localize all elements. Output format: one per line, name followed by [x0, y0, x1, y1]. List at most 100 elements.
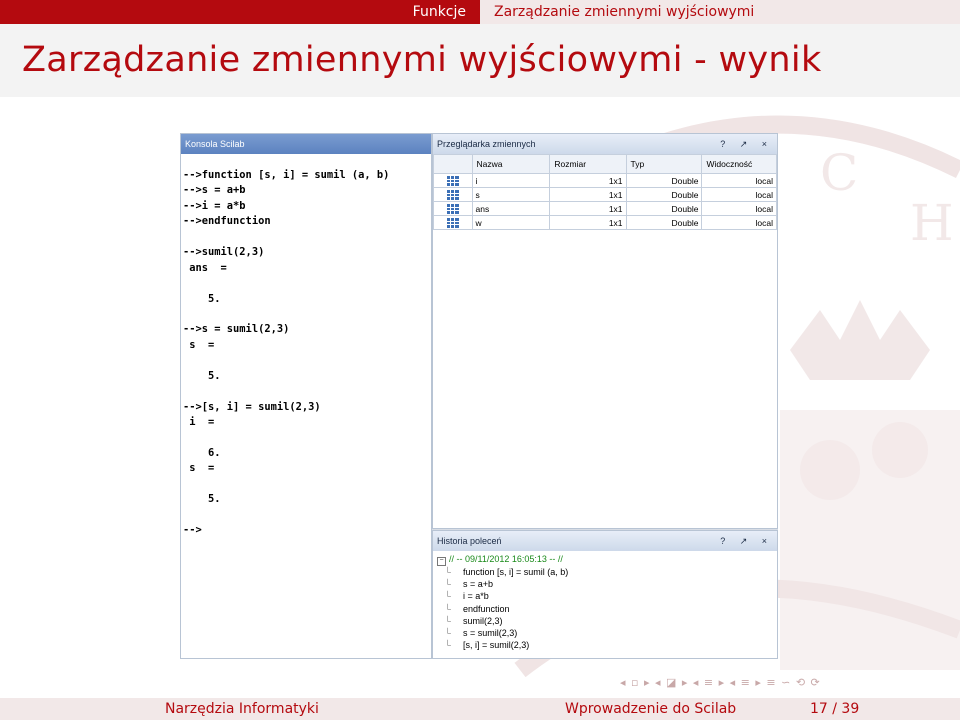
tree-connector: └ — [437, 628, 451, 639]
history-session-label: // -- 09/11/2012 16:05:13 -- // — [449, 554, 563, 564]
history-tree: −// -- 09/11/2012 16:05:13 -- // └ functi… — [437, 553, 568, 651]
variable-size: 1x1 — [549, 201, 627, 216]
history-titlebar: Historia poleceń ? ↗ × — [433, 531, 777, 551]
console-line: 6. — [183, 446, 221, 459]
variable-browser-panel: Przeglądarka zmiennych ? ↗ × Nazwa Rozmi… — [432, 133, 778, 529]
column-header-visibility[interactable]: Widoczność — [701, 154, 777, 174]
console-line: i = — [183, 416, 215, 428]
console-line: -->s = a+b — [183, 184, 246, 197]
frame-title: Zarządzanie zmiennymi wyjściowymi - wyni… — [22, 40, 822, 80]
variable-browser-titlebar: Przeglądarka zmiennych ? ↗ × — [433, 134, 777, 154]
column-header-type[interactable]: Typ — [625, 154, 703, 174]
svg-text:H: H — [910, 194, 954, 252]
tree-connector: └ — [437, 591, 451, 602]
beamer-header — [0, 0, 960, 24]
console-line: -->i = a*b — [183, 199, 246, 212]
footer-page-number: 17 / 39 — [810, 701, 860, 717]
variable-type: Double — [625, 173, 703, 188]
history-item[interactable]: └ endfunction — [437, 603, 568, 615]
variable-icon-cell — [433, 215, 473, 230]
variable-type: Double — [625, 187, 703, 202]
tree-connector: └ — [437, 567, 451, 577]
console-line: -->sumil(2,3) — [183, 246, 265, 259]
scilab-screenshot: Konsola Scilab -->function [s, i] = sumi… — [180, 133, 778, 659]
console-line: ans = — [183, 261, 227, 274]
variable-row[interactable]: i 1x1 Double local — [433, 173, 777, 188]
history-item[interactable]: └ i = a*b — [437, 590, 568, 602]
console-line: -->s = sumil(2,3) — [183, 323, 290, 336]
beamer-navigation-symbols[interactable]: ◂ ▫ ▸ ◂ ◪ ▸ ◂ ≡ ▸ ◂ ≡ ▸ ≡ ∽ ⟲ ⟳ — [620, 676, 821, 689]
variable-name: ans — [471, 201, 551, 216]
variable-row[interactable]: ans 1x1 Double local — [433, 201, 777, 216]
icon-column-header — [433, 154, 473, 174]
console-line: -->function [s, i] = sumil (a, b) — [183, 169, 390, 181]
console-line: 5. — [183, 369, 221, 382]
history-item-text: s = a+b — [463, 579, 494, 590]
command-history-panel: Historia poleceń ? ↗ × −// -- 09/11/2012… — [432, 530, 778, 659]
header-left-band — [0, 0, 480, 24]
variable-icon-cell — [433, 173, 473, 188]
svg-text:C: C — [820, 144, 858, 202]
variable-browser-window-buttons[interactable]: ? ↗ × — [720, 134, 773, 154]
nav-subsection-link[interactable]: Zarządzanie zmiennymi wyjściowymi — [494, 3, 754, 21]
collapse-icon[interactable]: − — [437, 557, 446, 566]
history-item[interactable]: └ s = a+b — [437, 578, 568, 590]
console-line: -->[s, i] = sumil(2,3) — [183, 400, 321, 413]
footer-author: Narzędzia Informatyki — [165, 701, 319, 717]
variable-size: 1x1 — [549, 187, 627, 202]
console-output[interactable]: -->function [s, i] = sumil (a, b) -->s = … — [183, 168, 389, 539]
variable-icon-cell — [433, 201, 473, 216]
console-line: 5. — [183, 292, 221, 305]
matrix-icon — [446, 189, 459, 200]
variable-visibility: local — [701, 187, 777, 202]
history-item-text: s = sumil(2,3) — [463, 628, 518, 639]
history-item-text: endfunction — [463, 603, 510, 614]
console-line: --> — [183, 524, 202, 537]
variable-size: 1x1 — [549, 215, 627, 230]
history-item-text: [s, i] = sumil(2,3) — [463, 640, 530, 651]
console-line: 5. — [183, 493, 221, 506]
console-line: s = — [183, 462, 215, 475]
variable-type: Double — [625, 215, 703, 230]
column-header-name[interactable]: Nazwa — [471, 154, 551, 174]
history-item-text: function [s, i] = sumil (a, b) — [463, 567, 569, 577]
variable-browser-title: Przeglądarka zmiennych — [437, 139, 536, 149]
history-item[interactable]: └ sumil(2,3) — [437, 615, 568, 627]
variable-name: w — [471, 215, 551, 230]
variable-name: i — [471, 173, 551, 188]
history-title: Historia poleceń — [437, 536, 502, 546]
history-item[interactable]: └ s = sumil(2,3) — [437, 627, 568, 639]
console-title: Konsola Scilab — [181, 134, 431, 154]
history-session-node[interactable]: −// -- 09/11/2012 16:05:13 -- // — [437, 553, 568, 566]
variable-table: Nazwa Rozmiar Typ Widoczność i 1x1 Double l… — [433, 154, 777, 230]
matrix-icon — [446, 175, 459, 186]
history-item[interactable]: └ [s, i] = sumil(2,3) — [437, 639, 568, 651]
tree-connector: └ — [437, 615, 451, 626]
history-window-buttons[interactable]: ? ↗ × — [720, 531, 773, 551]
variable-row[interactable]: w 1x1 Double local — [433, 215, 777, 230]
history-item[interactable]: └ function [s, i] = sumil (a, b) — [437, 566, 569, 578]
variable-size: 1x1 — [549, 173, 627, 188]
console-line: s = — [183, 338, 215, 351]
variable-type: Double — [625, 201, 703, 216]
variable-row[interactable]: s 1x1 Double local — [433, 187, 777, 202]
matrix-icon — [446, 217, 459, 228]
column-header-size[interactable]: Rozmiar — [549, 154, 627, 174]
variable-visibility: local — [701, 173, 777, 188]
console-panel[interactable]: Konsola Scilab -->function [s, i] = sumi… — [180, 133, 432, 659]
tree-connector: └ — [437, 579, 451, 590]
history-item-text: sumil(2,3) — [463, 615, 503, 626]
variable-visibility: local — [701, 215, 777, 230]
tree-connector: └ — [437, 603, 451, 614]
nav-section-link[interactable]: Funkcje — [413, 3, 466, 21]
variable-icon-cell — [433, 187, 473, 202]
footer-title: Wprowadzenie do Scilab — [565, 701, 737, 717]
